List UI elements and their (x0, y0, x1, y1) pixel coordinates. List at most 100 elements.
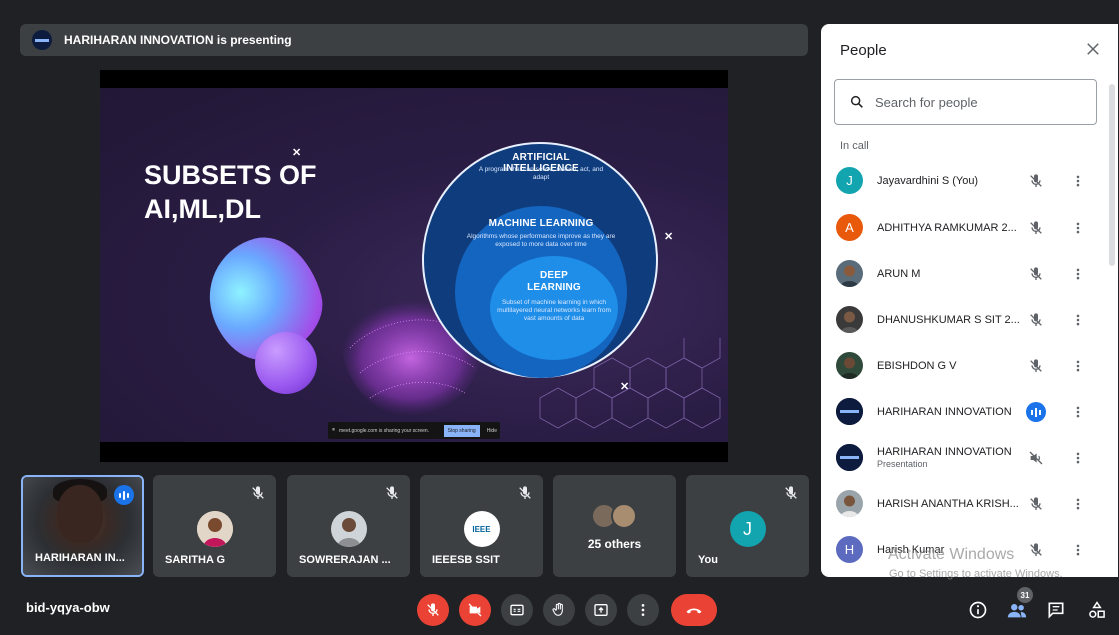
person-row[interactable]: A ADHITHYA RAMKUMAR 2... (821, 205, 1107, 251)
presenter-avatar (32, 30, 52, 50)
more-options-button[interactable] (1068, 218, 1088, 238)
people-panel: People In call J Jayavardhini S (You) A … (821, 24, 1118, 577)
hang-up-icon (686, 608, 702, 614)
more-vertical-icon (1076, 498, 1080, 510)
more-options-button[interactable] (1068, 356, 1088, 376)
more-options-button[interactable] (627, 594, 659, 626)
mic-off-icon (1026, 264, 1046, 284)
ieee-logo: IEEE (463, 511, 500, 547)
participant-tile[interactable]: SARITHA G (153, 475, 276, 577)
camera-toggle-button[interactable] (459, 594, 491, 626)
volume-off-icon (1026, 448, 1046, 468)
sparkle-icon: ✕ (292, 147, 302, 159)
camera-off-icon (468, 603, 482, 617)
person-row[interactable]: DHANUSHKUMAR S SIT 2... (821, 297, 1107, 343)
info-icon (969, 601, 987, 619)
microphone-toggle-button[interactable] (417, 594, 449, 626)
participant-name: SARITHA G (165, 554, 226, 566)
person-row[interactable]: EBISHDON G V (821, 343, 1107, 389)
person-name: HARIHARAN INNOVATION (877, 406, 1012, 418)
presentation-slide: SUBSETS OF AI,ML,DL ✕ ✕ ✕ ARTIFICIAL INT… (100, 88, 728, 442)
activities-button[interactable] (1085, 598, 1109, 622)
decorative-blob (255, 332, 317, 394)
participant-tile[interactable]: IEEE IEEESB SSIT (420, 475, 543, 577)
captions-icon (510, 604, 524, 616)
close-icon[interactable] (1084, 40, 1102, 58)
avatar (836, 490, 863, 517)
person-row[interactable]: HARIHARAN INNOVATION (821, 389, 1107, 435)
hide-button[interactable]: Hide (484, 428, 500, 434)
more-options-button[interactable] (1068, 264, 1088, 284)
captions-button[interactable] (501, 594, 533, 626)
search-box[interactable] (834, 79, 1097, 125)
participant-tile[interactable]: SOWRERAJAN ... (287, 475, 410, 577)
person-name: HARISH ANANTHA KRISH... (877, 498, 1019, 510)
ai-description: A program that can sense, reason, act, a… (478, 166, 604, 181)
panel-title: People (840, 42, 887, 59)
more-vertical-icon (1076, 268, 1080, 280)
mic-off-icon (1026, 218, 1046, 238)
person-role: Presentation (877, 459, 928, 469)
others-avatars (591, 503, 641, 531)
participant-name: IEEESB SSIT (432, 554, 500, 566)
avatar (836, 444, 863, 471)
avatar (196, 511, 233, 547)
more-options-button[interactable] (1068, 540, 1088, 560)
more-vertical-icon (641, 604, 645, 616)
mic-off-icon (1026, 171, 1046, 191)
meeting-details-button[interactable] (966, 598, 990, 622)
avatar (836, 306, 863, 333)
chat-button[interactable] (1044, 598, 1068, 622)
person-row[interactable]: HARIHARAN INNOVATION Presentation (821, 435, 1107, 481)
avatar: H (836, 536, 863, 563)
person-row[interactable]: H Harish Kumar (821, 527, 1107, 573)
person-row[interactable]: HARISH ANANTHA KRISH... (821, 481, 1107, 527)
people-scrollbar[interactable] (1109, 84, 1115, 266)
avatar (330, 511, 367, 547)
others-tile[interactable]: 25 others (553, 475, 676, 577)
mic-off-icon (1026, 540, 1046, 560)
person-name: ARUN M (877, 268, 921, 280)
ml-description: Algorithms whose performance improve as … (466, 233, 616, 248)
stop-sharing-button[interactable]: Stop sharing (443, 424, 480, 437)
leave-call-button[interactable] (671, 594, 717, 626)
avatar (836, 260, 863, 287)
more-options-button[interactable] (1068, 494, 1088, 514)
more-options-button[interactable] (1068, 171, 1088, 191)
person-row[interactable]: J Jayavardhini S (You) (821, 158, 1107, 204)
hand-icon (552, 602, 563, 616)
present-now-button[interactable] (585, 594, 617, 626)
more-options-button[interactable] (1068, 310, 1088, 330)
avatar: J (729, 511, 766, 547)
more-vertical-icon (1076, 406, 1080, 418)
more-options-button[interactable] (1068, 402, 1088, 422)
participant-name: You (698, 554, 718, 566)
mic-off-icon (386, 486, 398, 499)
person-name: ADHITHYA RAMKUMAR 2... (877, 222, 1017, 234)
self-tile[interactable]: J You (686, 475, 809, 577)
meeting-code: bid-yqya-obw (26, 600, 110, 615)
more-vertical-icon (1076, 452, 1080, 464)
speaking-indicator-icon (114, 485, 134, 505)
slide-title: SUBSETS OF AI,ML,DL (144, 160, 317, 224)
more-options-button[interactable] (1068, 448, 1088, 468)
search-people-input[interactable] (875, 94, 1075, 110)
presenting-banner: HARIHARAN INNOVATION is presenting (20, 24, 808, 56)
mic-off-icon (785, 486, 797, 499)
more-vertical-icon (1076, 544, 1080, 556)
chat-icon (1048, 602, 1064, 619)
person-row[interactable]: ARUN M (821, 251, 1107, 297)
speaking-indicator-icon (1026, 402, 1046, 422)
participant-name: SOWRERAJAN ... (299, 554, 391, 566)
screen-share-notice: ⏸ meet.google.com is sharing your screen… (328, 422, 500, 439)
raise-hand-button[interactable] (543, 594, 575, 626)
avatar (836, 398, 863, 425)
more-vertical-icon (1076, 222, 1080, 234)
dl-description: Subset of machine learning in which mult… (497, 299, 611, 322)
avatar: J (836, 167, 863, 194)
shared-screen[interactable]: SUBSETS OF AI,ML,DL ✕ ✕ ✕ ARTIFICIAL INT… (100, 70, 728, 462)
ml-label: MACHINE LEARNING (488, 218, 594, 229)
participant-name: HARIHARAN IN... (35, 552, 125, 564)
participant-tile-presenter[interactable]: HARIHARAN IN... (21, 475, 144, 577)
more-vertical-icon (1076, 175, 1080, 187)
